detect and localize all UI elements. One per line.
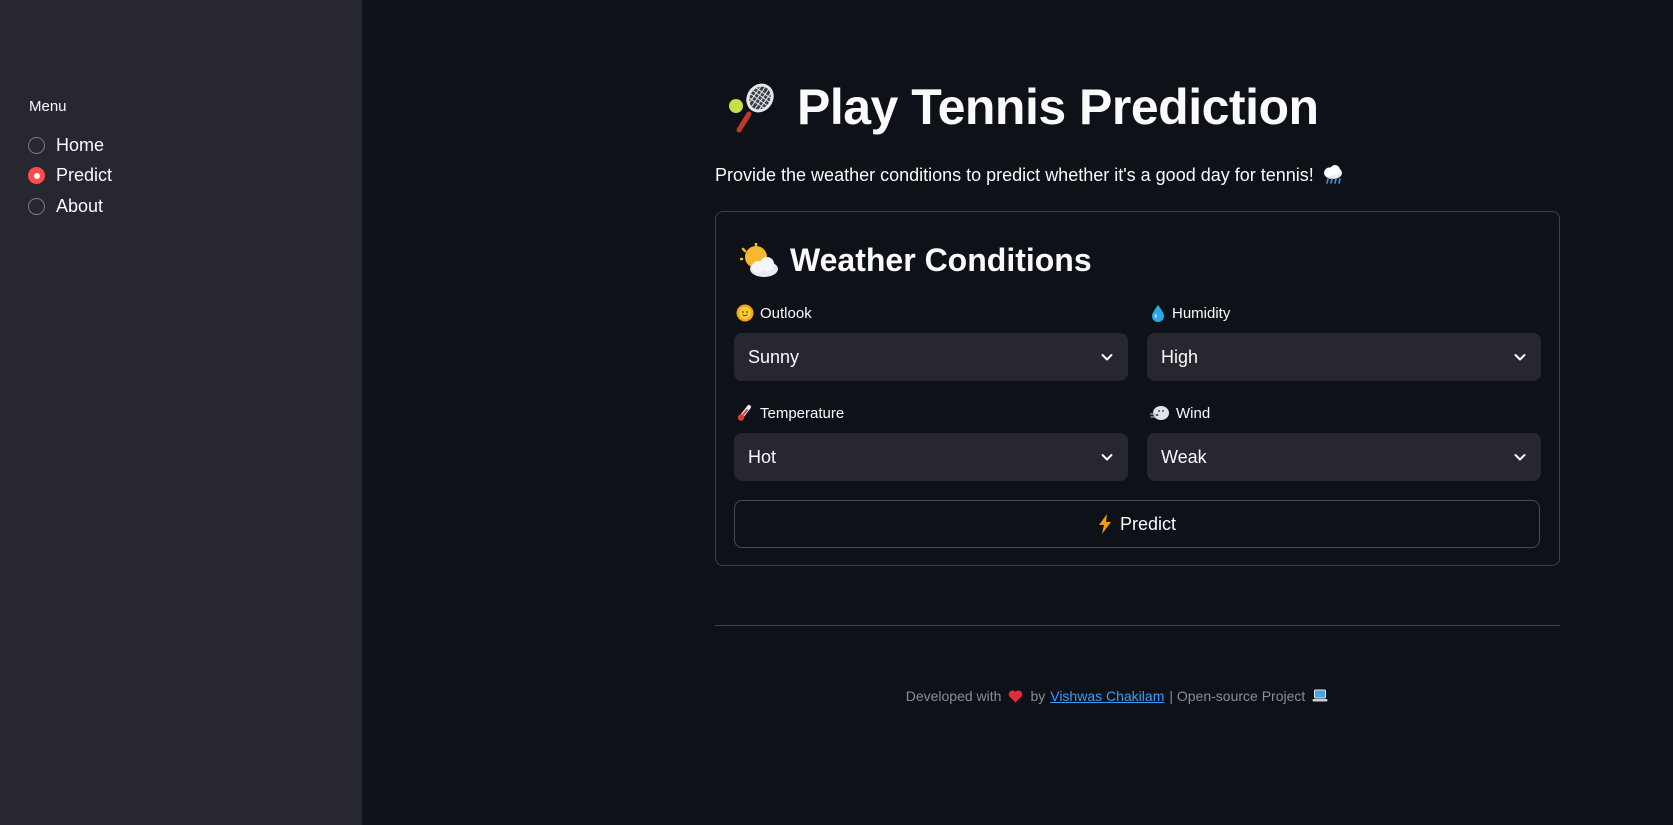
menu-item-home[interactable]: Home: [28, 130, 112, 161]
form-title: Weather Conditions: [740, 242, 1092, 279]
outlook-select-value: Sunny: [748, 346, 800, 367]
humidity-label-text: Humidity: [1172, 304, 1231, 322]
menu-item-label: Home: [56, 134, 105, 155]
menu-item-predict[interactable]: Predict: [28, 161, 112, 192]
menu-item-label: Predict: [56, 165, 113, 186]
laptop-icon: [1312, 689, 1328, 702]
page-subtitle: Provide the weather conditions to predic…: [715, 164, 1344, 186]
thermometer-icon: [737, 405, 751, 421]
lightning-icon: [1098, 514, 1111, 534]
footer-suffix: | Open-source Project: [1169, 688, 1306, 704]
humidity-label: Humidity: [1150, 304, 1230, 322]
temperature-label: Temperature: [736, 404, 844, 422]
droplet-icon: [1152, 305, 1164, 322]
form-title-text: Weather Conditions: [790, 242, 1092, 278]
outlook-label: Outlook: [736, 304, 812, 322]
menu-radio-group: Home Predict About: [28, 130, 112, 222]
menu-label: Menu: [29, 98, 67, 115]
radio-button-predict[interactable]: [28, 167, 45, 185]
tennis-racket-icon: [729, 83, 774, 133]
wind-select-value: Weak: [1161, 446, 1207, 467]
app-root: Menu Home Predict About Play Tennis Pred…: [0, 0, 1673, 825]
page-header: Play Tennis Prediction: [727, 78, 1319, 136]
page-title: Play Tennis Prediction: [797, 79, 1319, 135]
temperature-select-value: Hot: [748, 446, 777, 467]
menu-item-label: About: [56, 195, 104, 216]
outlook-label-text: Outlook: [760, 304, 812, 322]
divider: [715, 625, 1560, 626]
weather-form: Weather Conditions Outlook Sunny Humidit…: [715, 211, 1560, 566]
temperature-label-text: Temperature: [760, 404, 845, 422]
wind-face-icon: [1150, 406, 1169, 420]
sun-face-icon: [736, 304, 754, 322]
footer: Developed with by Vishwas Chakilam | Ope…: [0, 688, 1673, 704]
predict-button[interactable]: Predict: [734, 500, 1540, 548]
heart-icon: [1009, 690, 1023, 702]
menu-item-about[interactable]: About: [28, 191, 112, 222]
chevron-down-icon: [1101, 354, 1113, 361]
sun-behind-cloud-icon: [740, 242, 778, 277]
wind-label: Wind: [1150, 404, 1210, 422]
chevron-down-icon: [1514, 454, 1526, 461]
footer-by: by: [1030, 688, 1046, 704]
chevron-down-icon: [1514, 354, 1526, 361]
radio-button-about[interactable]: [28, 197, 45, 215]
author-link[interactable]: Vishwas Chakilam: [1050, 688, 1164, 704]
humidity-select-value: High: [1161, 346, 1199, 367]
humidity-select[interactable]: High: [1147, 333, 1541, 381]
footer-prefix: Developed with: [905, 688, 1002, 704]
rain-cloud-icon: [1322, 164, 1344, 186]
wind-label-text: Wind: [1176, 404, 1211, 422]
temperature-select[interactable]: Hot: [734, 433, 1128, 481]
outlook-select[interactable]: Sunny: [734, 333, 1128, 381]
wind-select[interactable]: Weak: [1147, 433, 1541, 481]
predict-button-label: Predict: [1119, 513, 1177, 534]
radio-button-home[interactable]: [28, 136, 45, 154]
subtitle-text: Provide the weather conditions to predic…: [715, 164, 1314, 185]
chevron-down-icon: [1101, 454, 1113, 461]
